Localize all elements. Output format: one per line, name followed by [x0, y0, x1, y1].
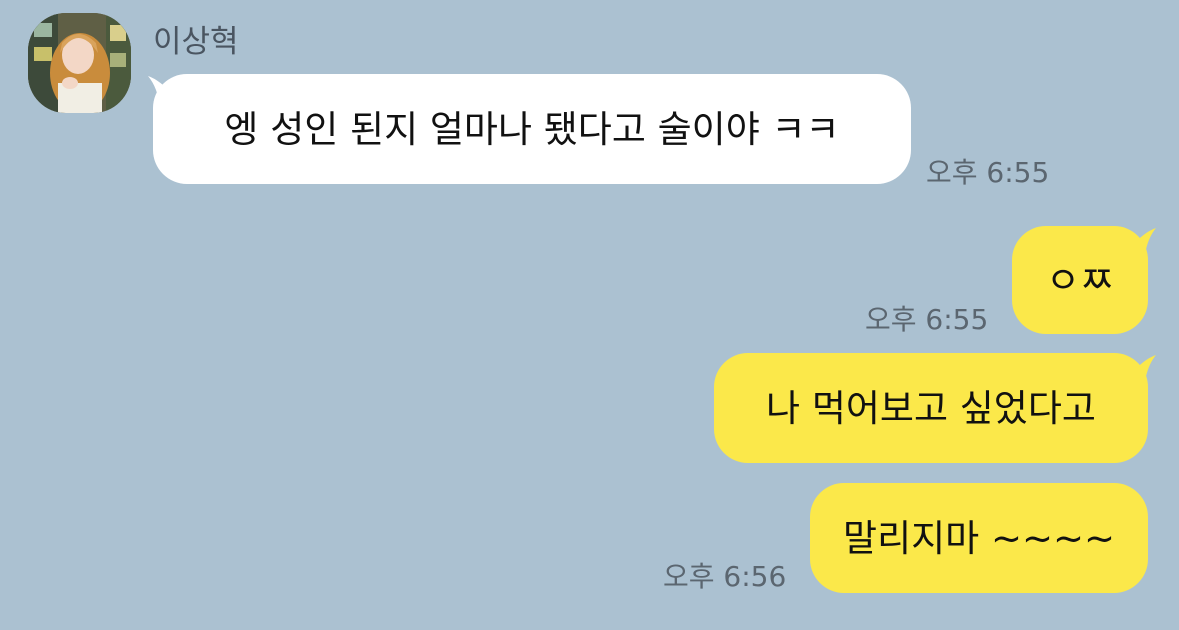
sender-name: 이상혁	[153, 24, 239, 60]
outgoing-message-bubble[interactable]: 나 먹어보고 싶었다고	[714, 353, 1148, 463]
avatar-photo	[28, 13, 131, 113]
outgoing-message-bubble[interactable]: ㅇㅉ	[1012, 226, 1148, 334]
incoming-message-bubble[interactable]: 엥 성인 된지 얼마나 됐다고 술이야 ㅋㅋ	[153, 74, 911, 184]
outgoing-message-bubble[interactable]: 말리지마 ~~~~	[810, 483, 1148, 593]
message-text: 말리지마 ~~~~	[843, 516, 1115, 560]
message-text: ㅇㅉ	[1045, 258, 1115, 302]
message-timestamp: 오후 6:56	[663, 560, 787, 593]
message-text: 엥 성인 된지 얼마나 됐다고 술이야 ㅋㅋ	[224, 107, 840, 151]
message-timestamp: 오후 6:55	[926, 156, 1050, 189]
sender-avatar[interactable]	[28, 13, 131, 113]
message-timestamp: 오후 6:55	[865, 303, 989, 336]
message-text: 나 먹어보고 싶었다고	[766, 386, 1096, 430]
